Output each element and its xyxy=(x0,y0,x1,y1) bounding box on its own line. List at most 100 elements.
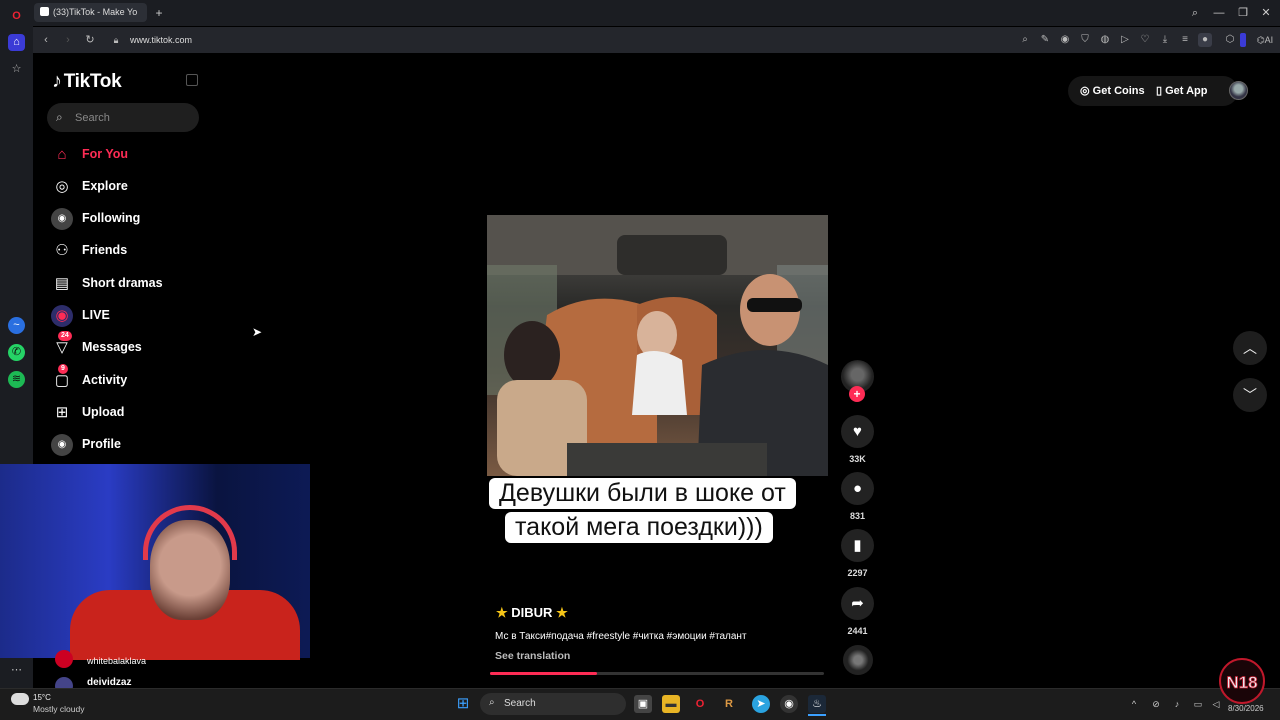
nav-item-activity[interactable]: ▢ Activity 9 xyxy=(48,364,208,396)
mouse-cursor-icon: ➤ xyxy=(252,325,263,339)
menu-lines-icon[interactable]: ≡ xyxy=(1178,33,1192,47)
url-field[interactable]: www.tiktok.com xyxy=(130,31,1030,49)
cube-icon[interactable]: ⬡ xyxy=(1223,33,1237,47)
minimize-button[interactable]: — xyxy=(1211,5,1227,21)
weather-cloud-icon[interactable] xyxy=(11,693,29,705)
nav-label-live: LIVE xyxy=(82,308,110,322)
film-icon: ▤ xyxy=(54,275,70,292)
file-explorer-icon[interactable]: ▬ xyxy=(662,695,680,713)
back-button[interactable]: ‹ xyxy=(38,32,54,48)
video-frame[interactable] xyxy=(487,215,828,476)
notification-badge: 9 xyxy=(58,364,68,374)
edit-icon[interactable]: ✎ xyxy=(1038,33,1052,47)
nav-item-friends[interactable]: ⚇ Friends xyxy=(48,236,208,266)
close-window-button[interactable]: ✕ xyxy=(1258,5,1274,21)
taskbar-search[interactable]: ⌕ Search xyxy=(480,693,626,715)
opera-taskbar-icon[interactable]: O xyxy=(691,695,709,713)
download-icon[interactable]: ⤓ xyxy=(1158,33,1172,47)
following-user-1[interactable]: whitebalaklava xyxy=(87,656,146,666)
microphone-icon[interactable]: ♪ xyxy=(1171,698,1183,710)
following-avatar-icon: ◉ xyxy=(51,208,73,230)
tray-chevron-icon[interactable]: ^ xyxy=(1128,698,1140,710)
follow-plus-icon[interactable]: + xyxy=(849,386,865,402)
shield-icon[interactable]: ⛉ xyxy=(1078,33,1092,47)
comment-button[interactable]: ● xyxy=(841,472,874,505)
video-description[interactable]: Мс в Такси#подача #freestyle #читка #эмо… xyxy=(495,631,747,642)
comment-count: 831 xyxy=(849,511,866,521)
windows-start-icon[interactable]: ⊞ xyxy=(454,695,472,713)
previous-video-button[interactable]: ︿ xyxy=(1233,331,1267,365)
get-app-button[interactable]: ▯ Get App xyxy=(1156,84,1208,97)
more-options-icon[interactable]: ⋯ xyxy=(8,662,25,679)
search-icon: ⌕ xyxy=(489,697,495,708)
get-app-label: Get App xyxy=(1165,85,1208,97)
user-avatar[interactable] xyxy=(1229,81,1248,100)
taskbar-date[interactable]: 8/30/2026 xyxy=(1228,704,1264,713)
collapse-sidebar-icon[interactable] xyxy=(186,74,198,86)
nav-label-explore: Explore xyxy=(82,179,128,193)
rider-icon[interactable]: R xyxy=(720,695,738,713)
aria-ai-button[interactable]: ⌬AI xyxy=(1254,33,1276,47)
music-disc-icon[interactable] xyxy=(843,645,873,675)
obs-icon[interactable]: ◉ xyxy=(780,695,798,713)
share-button[interactable]: ➦ xyxy=(841,587,874,620)
forward-button[interactable]: › xyxy=(60,32,76,48)
nav-item-short-dramas[interactable]: ▤ Short dramas xyxy=(48,269,208,299)
nav-item-live[interactable]: ◉ LIVE xyxy=(48,301,208,331)
heart-icon: ♥ xyxy=(853,423,862,440)
bookmark-button[interactable]: ▮ xyxy=(841,529,874,562)
opera-logo-icon[interactable]: O xyxy=(8,8,25,25)
lock-icon: 🔒︎ xyxy=(113,35,119,45)
nav-item-messages[interactable]: ▽ Messages 24 xyxy=(48,331,208,363)
friends-icon: ⚇ xyxy=(55,242,69,259)
star-icon: ★ xyxy=(556,605,568,620)
whatsapp-icon[interactable]: ✆ xyxy=(8,344,25,361)
following-user-2[interactable]: deividzaz xyxy=(87,677,131,688)
reload-button[interactable]: ↻ xyxy=(82,32,98,48)
nav-item-explore[interactable]: ◎ Explore xyxy=(48,172,208,202)
search-box[interactable]: ⌕ xyxy=(47,103,199,132)
profile-icon[interactable]: ● xyxy=(1198,33,1212,47)
ai-label: AI xyxy=(1264,35,1274,45)
messenger-icon[interactable]: ~ xyxy=(8,317,25,334)
following-avatar[interactable] xyxy=(55,650,73,668)
nav-label-friends: Friends xyxy=(82,243,128,257)
nav-item-upload[interactable]: ⊞ Upload xyxy=(48,398,208,428)
network-icon[interactable]: ▭ xyxy=(1192,698,1204,710)
steam-icon[interactable]: ♨ xyxy=(808,695,826,713)
vpn-icon[interactable]: ◍ xyxy=(1098,33,1112,47)
see-translation-link[interactable]: See translation xyxy=(495,650,570,662)
get-coins-button[interactable]: ◎ Get Coins xyxy=(1080,84,1145,97)
nav-item-for-you[interactable]: ⌂ For You xyxy=(48,140,208,170)
nav-item-profile[interactable]: ◉ Profile xyxy=(48,430,208,460)
next-video-button[interactable]: ﹀ xyxy=(1233,378,1267,412)
nav-label-messages: Messages xyxy=(82,340,142,354)
nav-label-short-dramas: Short dramas xyxy=(82,276,163,290)
bookmarks-star-icon[interactable]: ☆ xyxy=(8,61,25,78)
zoom-icon[interactable]: ⌕ xyxy=(1018,33,1032,47)
network-off-icon[interactable]: ⊘ xyxy=(1150,698,1162,710)
home-icon[interactable]: ⌂ xyxy=(8,34,25,51)
telegram-icon[interactable]: ➤ xyxy=(752,695,770,713)
search-tabs-icon[interactable]: ⌕ xyxy=(1187,5,1203,21)
like-count: 33K xyxy=(849,454,866,464)
bookmark-count: 2297 xyxy=(847,568,868,578)
like-button[interactable]: ♥ xyxy=(841,415,874,448)
heart-icon[interactable]: ♡ xyxy=(1138,33,1152,47)
n18-channel-logo: N18 xyxy=(1219,658,1265,704)
video-author[interactable]: ★ DIBUR ★ xyxy=(496,605,568,621)
search-input[interactable] xyxy=(75,109,185,126)
spotify-icon[interactable]: ≋ xyxy=(8,371,25,388)
play-icon[interactable]: ▷ xyxy=(1118,33,1132,47)
browser-tab[interactable]: (33)TikTok - Make Yo xyxy=(34,3,147,22)
comment-icon: ● xyxy=(852,480,863,497)
tiktok-note-icon: ♪ xyxy=(52,70,62,92)
camera-icon[interactable]: ◉ xyxy=(1058,33,1072,47)
new-tab-button[interactable]: + xyxy=(152,6,166,20)
nav-item-following[interactable]: ◉ Following xyxy=(48,204,208,234)
tiktok-logo[interactable]: ♪ TikTok xyxy=(52,70,122,93)
task-view-icon[interactable]: ▣ xyxy=(634,695,652,713)
weather-description[interactable]: Mostly cloudy xyxy=(33,704,85,714)
maximize-button[interactable]: ❐ xyxy=(1235,5,1251,21)
weather-temperature[interactable]: 15°C xyxy=(33,693,51,702)
